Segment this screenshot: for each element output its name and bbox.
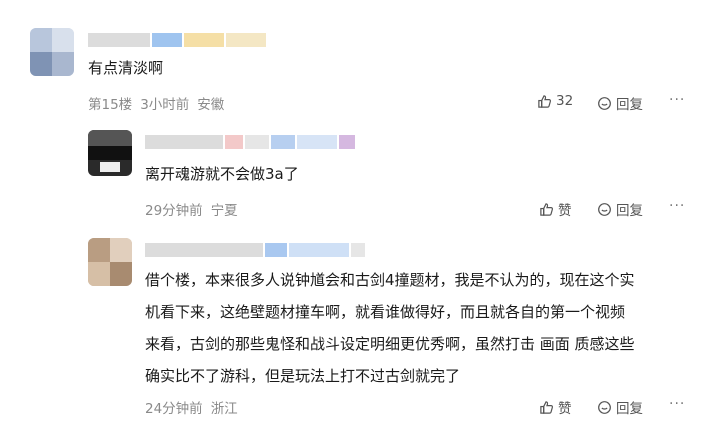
like-button[interactable]: 赞 bbox=[539, 397, 572, 417]
comment-text: 离开魂游就不会做3a了 bbox=[145, 165, 299, 183]
comment-text-line: 机看下来，这绝壁题材撞车啊，就看谁做得好，而且就各自的第一个视频 bbox=[145, 303, 626, 321]
comment-text-line: 确实比不了游科，但是玩法上打不过古剑就完了 bbox=[145, 367, 461, 385]
comment-meta: 24分钟前 浙江 bbox=[145, 397, 246, 417]
more-options-button[interactable]: ··· bbox=[669, 92, 685, 108]
more-options-button[interactable]: ··· bbox=[669, 198, 685, 214]
reply-label: 回复 bbox=[616, 203, 643, 219]
comment-text-line: 借个楼，本来很多人说钟馗会和古剑4撞题材，我是不认为的，现在这个实 bbox=[145, 271, 635, 289]
comment-location: 安徽 bbox=[197, 97, 225, 113]
thumbs-up-icon bbox=[537, 94, 552, 109]
floor-number: 第15楼 bbox=[88, 97, 133, 113]
avatar[interactable] bbox=[88, 238, 132, 286]
reply-label: 回复 bbox=[616, 401, 643, 417]
comment-time: 29分钟前 bbox=[145, 203, 203, 219]
like-button[interactable]: 32 bbox=[537, 93, 573, 109]
username[interactable] bbox=[145, 135, 355, 149]
comment-bubble-icon bbox=[597, 202, 612, 217]
comment-bubble-icon bbox=[597, 96, 612, 111]
like-label: 赞 bbox=[558, 401, 572, 417]
comment-time: 3小时前 bbox=[140, 97, 190, 113]
like-label: 赞 bbox=[558, 203, 572, 219]
comment-bubble-icon bbox=[597, 400, 612, 415]
comment-meta: 29分钟前 宁夏 bbox=[145, 199, 246, 219]
thumbs-up-icon bbox=[539, 400, 554, 415]
username[interactable] bbox=[88, 33, 266, 47]
comment-time: 24分钟前 bbox=[145, 401, 203, 417]
comment-text: 有点清淡啊 bbox=[88, 59, 164, 77]
reply-button[interactable]: 回复 bbox=[597, 93, 643, 113]
avatar[interactable] bbox=[30, 28, 74, 76]
avatar[interactable] bbox=[88, 130, 132, 176]
comment-text: 借个楼，本来很多人说钟馗会和古剑4撞题材，我是不认为的，现在这个实 机看下来，这… bbox=[145, 267, 635, 389]
comment-meta: 第15楼 3小时前 安徽 bbox=[88, 93, 232, 113]
reply-button[interactable]: 回复 bbox=[597, 199, 643, 219]
comment-text-line: 来看，古剑的那些鬼怪和战斗设定明细更优秀啊，虽然打击 画面 质感这些 bbox=[145, 335, 635, 353]
reply-label: 回复 bbox=[616, 97, 643, 113]
like-button[interactable]: 赞 bbox=[539, 199, 572, 219]
username[interactable] bbox=[145, 243, 365, 257]
comment-location: 浙江 bbox=[210, 401, 238, 417]
more-options-button[interactable]: ··· bbox=[669, 396, 685, 412]
reply-button[interactable]: 回复 bbox=[597, 397, 643, 417]
like-count: 32 bbox=[556, 93, 574, 109]
comment-location: 宁夏 bbox=[210, 203, 238, 219]
thumbs-up-icon bbox=[539, 202, 554, 217]
